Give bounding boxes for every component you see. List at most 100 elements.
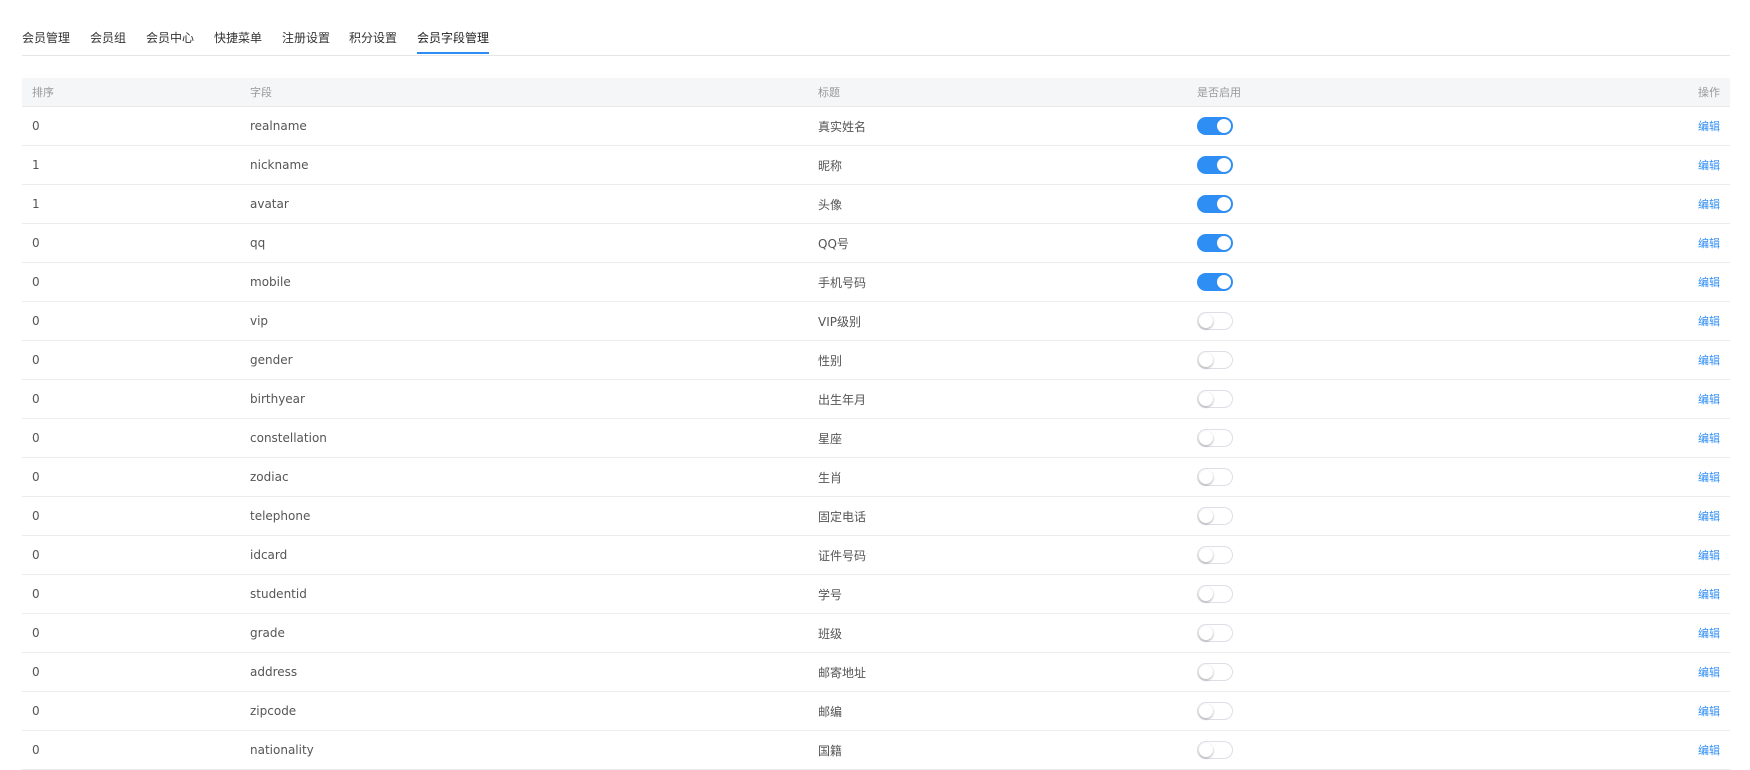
action-cell: 编辑 [1698,497,1720,535]
enabled-cell [1197,731,1233,769]
edit-link[interactable]: 编辑 [1698,391,1720,407]
field-title: 生肖 [818,470,843,485]
table-row: 0 nationality 国籍 编辑 [22,731,1730,770]
sort-value: 0 [32,587,40,601]
toggle-knob [1217,197,1231,211]
enabled-toggle[interactable] [1197,468,1233,486]
edit-link[interactable]: 编辑 [1698,352,1720,368]
enabled-cell [1197,458,1233,496]
tab-member-center[interactable]: 会员中心 [146,29,194,53]
toggle-knob [1199,431,1213,445]
edit-link[interactable]: 编辑 [1698,742,1720,758]
action-cell: 编辑 [1698,107,1720,145]
field-name: vip [250,314,269,328]
edit-link[interactable]: 编辑 [1698,430,1720,446]
sort-value: 0 [32,743,40,757]
toggle-knob [1199,353,1213,367]
table-row: 0 realname 真实姓名 编辑 [22,107,1730,146]
header-enabled: 是否启用 [1197,86,1241,99]
action-cell: 编辑 [1698,536,1720,574]
edit-link[interactable]: 编辑 [1698,625,1720,641]
sort-value: 0 [32,353,40,367]
tab-registration-settings[interactable]: 注册设置 [282,29,330,53]
enabled-toggle[interactable] [1197,702,1233,720]
edit-link[interactable]: 编辑 [1698,235,1720,251]
action-cell: 编辑 [1698,614,1720,652]
tab-member-management[interactable]: 会员管理 [22,29,70,53]
enabled-toggle[interactable] [1197,312,1233,330]
enabled-toggle[interactable] [1197,195,1233,213]
table-row: 0 address 邮寄地址 编辑 [22,653,1730,692]
enabled-toggle[interactable] [1197,351,1233,369]
field-title: 固定电话 [818,509,867,524]
enabled-toggle[interactable] [1197,624,1233,642]
sort-value: 1 [32,197,40,211]
edit-link[interactable]: 编辑 [1698,157,1720,173]
enabled-toggle[interactable] [1197,585,1233,603]
action-cell: 编辑 [1698,692,1720,730]
action-cell: 编辑 [1698,185,1720,223]
edit-link[interactable]: 编辑 [1698,508,1720,524]
tab-points-settings[interactable]: 积分设置 [349,29,397,53]
toggle-knob [1199,314,1213,328]
edit-link[interactable]: 编辑 [1698,664,1720,680]
tab-shortcut-menu[interactable]: 快捷菜单 [214,29,262,53]
tab-member-fields[interactable]: 会员字段管理 [417,29,490,54]
field-name: constellation [250,431,327,445]
sort-value: 0 [32,470,40,484]
table-row: 0 zodiac 生肖 编辑 [22,458,1730,497]
enabled-toggle[interactable] [1197,741,1233,759]
tab-member-groups[interactable]: 会员组 [90,29,126,53]
enabled-toggle[interactable] [1197,390,1233,408]
toggle-knob [1199,704,1213,718]
enabled-toggle[interactable] [1197,507,1233,525]
edit-link[interactable]: 编辑 [1698,586,1720,602]
edit-link[interactable]: 编辑 [1698,118,1720,134]
action-cell: 编辑 [1698,341,1720,379]
enabled-toggle[interactable] [1197,663,1233,681]
enabled-toggle[interactable] [1197,546,1233,564]
toggle-knob [1199,665,1213,679]
sort-value: 0 [32,626,40,640]
enabled-cell [1197,341,1233,379]
table-row: 0 gender 性别 编辑 [22,341,1730,380]
sort-value: 0 [32,704,40,718]
sort-value: 0 [32,509,40,523]
table-row: 0 vip VIP级别 编辑 [22,302,1730,341]
field-title: QQ号 [818,236,849,251]
sort-value: 0 [32,548,40,562]
enabled-toggle[interactable] [1197,234,1233,252]
field-name: gender [250,353,293,367]
field-name: avatar [250,197,289,211]
table-header: 排序 字段 标题 是否启用 操作 [22,78,1730,107]
sort-value: 0 [32,392,40,406]
edit-link[interactable]: 编辑 [1698,703,1720,719]
edit-link[interactable]: 编辑 [1698,547,1720,563]
action-cell: 编辑 [1698,224,1720,262]
toggle-knob [1217,158,1231,172]
toggle-knob [1199,587,1213,601]
table-row: 0 birthyear 出生年月 编辑 [22,380,1730,419]
action-cell: 编辑 [1698,263,1720,301]
table-row: 0 zipcode 邮编 编辑 [22,692,1730,731]
sort-value: 0 [32,119,40,133]
table-row: 0 idcard 证件号码 编辑 [22,536,1730,575]
field-title: 出生年月 [818,392,867,407]
field-title: 证件号码 [818,548,867,563]
enabled-toggle[interactable] [1197,117,1233,135]
enabled-toggle[interactable] [1197,273,1233,291]
field-name: grade [250,626,285,640]
enabled-cell [1197,497,1233,535]
table-row: 0 qq QQ号 编辑 [22,224,1730,263]
action-cell: 编辑 [1698,146,1720,184]
edit-link[interactable]: 编辑 [1698,274,1720,290]
edit-link[interactable]: 编辑 [1698,196,1720,212]
enabled-toggle[interactable] [1197,156,1233,174]
enabled-toggle[interactable] [1197,429,1233,447]
toggle-knob [1217,275,1231,289]
enabled-cell [1197,536,1233,574]
table-row: 0 mobile 手机号码 编辑 [22,263,1730,302]
edit-link[interactable]: 编辑 [1698,469,1720,485]
edit-link[interactable]: 编辑 [1698,313,1720,329]
field-name: nationality [250,743,314,757]
